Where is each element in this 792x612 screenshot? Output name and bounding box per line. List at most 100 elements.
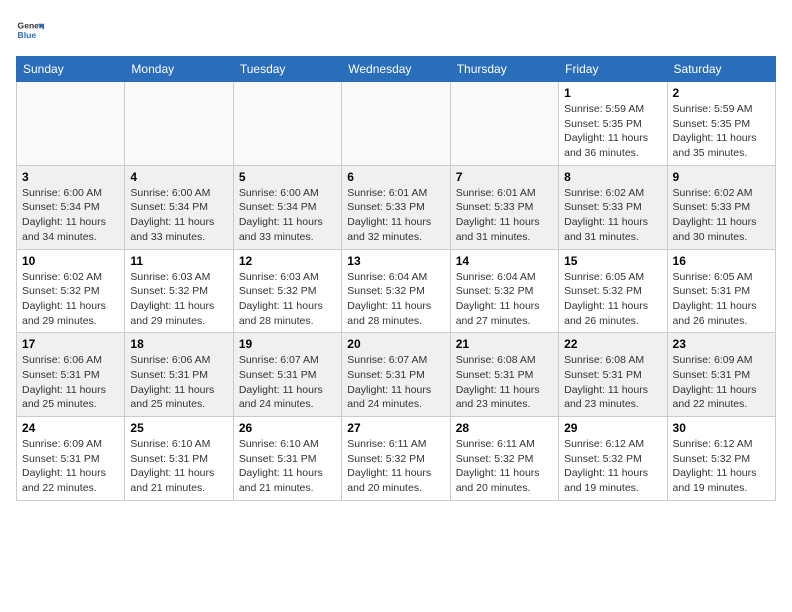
weekday-header-friday: Friday — [559, 57, 667, 82]
day-info: Sunrise: 6:06 AM Sunset: 5:31 PM Dayligh… — [130, 353, 227, 412]
day-number: 18 — [130, 337, 227, 351]
calendar-cell: 15 Sunrise: 6:05 AM Sunset: 5:32 PM Dayli… — [559, 249, 667, 333]
calendar-cell: 16 Sunrise: 6:05 AM Sunset: 5:31 PM Dayli… — [667, 249, 775, 333]
day-number: 1 — [564, 86, 661, 100]
day-info: Sunrise: 6:09 AM Sunset: 5:31 PM Dayligh… — [22, 437, 119, 496]
day-number: 9 — [673, 170, 770, 184]
day-info: Sunrise: 6:08 AM Sunset: 5:31 PM Dayligh… — [564, 353, 661, 412]
calendar-week-5: 24 Sunrise: 6:09 AM Sunset: 5:31 PM Dayli… — [17, 417, 776, 501]
calendar-cell: 7 Sunrise: 6:01 AM Sunset: 5:33 PM Daylig… — [450, 165, 558, 249]
logo: General Blue — [16, 16, 44, 44]
svg-text:Blue: Blue — [18, 30, 37, 40]
day-info: Sunrise: 6:08 AM Sunset: 5:31 PM Dayligh… — [456, 353, 553, 412]
calendar-cell: 29 Sunrise: 6:12 AM Sunset: 5:32 PM Dayli… — [559, 417, 667, 501]
calendar-cell: 18 Sunrise: 6:06 AM Sunset: 5:31 PM Dayli… — [125, 333, 233, 417]
day-number: 5 — [239, 170, 336, 184]
day-info: Sunrise: 6:03 AM Sunset: 5:32 PM Dayligh… — [239, 270, 336, 329]
day-info: Sunrise: 5:59 AM Sunset: 5:35 PM Dayligh… — [564, 102, 661, 161]
day-number: 7 — [456, 170, 553, 184]
weekday-header-tuesday: Tuesday — [233, 57, 341, 82]
logo-icon: General Blue — [16, 16, 44, 44]
day-info: Sunrise: 6:02 AM Sunset: 5:33 PM Dayligh… — [673, 186, 770, 245]
day-number: 2 — [673, 86, 770, 100]
day-number: 20 — [347, 337, 444, 351]
calendar-cell: 11Sunrise: 6:03 AM Sunset: 5:32 PM Dayli… — [125, 249, 233, 333]
calendar-cell: 2 Sunrise: 5:59 AM Sunset: 5:35 PM Daylig… — [667, 82, 775, 166]
calendar-cell: 20 Sunrise: 6:07 AM Sunset: 5:31 PM Dayli… — [342, 333, 450, 417]
day-number: 29 — [564, 421, 661, 435]
calendar-cell: 9 Sunrise: 6:02 AM Sunset: 5:33 PM Daylig… — [667, 165, 775, 249]
day-info: Sunrise: 6:04 AM Sunset: 5:32 PM Dayligh… — [347, 270, 444, 329]
calendar-table: SundayMondayTuesdayWednesdayThursdayFrid… — [16, 56, 776, 501]
calendar-cell — [125, 82, 233, 166]
day-number: 13 — [347, 254, 444, 268]
calendar-cell: 5 Sunrise: 6:00 AM Sunset: 5:34 PM Daylig… — [233, 165, 341, 249]
day-info: Sunrise: 6:05 AM Sunset: 5:32 PM Dayligh… — [564, 270, 661, 329]
calendar-cell: 30 Sunrise: 6:12 AM Sunset: 5:32 PM Dayli… — [667, 417, 775, 501]
day-info: Sunrise: 6:02 AM Sunset: 5:33 PM Dayligh… — [564, 186, 661, 245]
day-info: Sunrise: 6:07 AM Sunset: 5:31 PM Dayligh… — [239, 353, 336, 412]
day-number: 16 — [673, 254, 770, 268]
day-number: 3 — [22, 170, 119, 184]
calendar-week-2: 3 Sunrise: 6:00 AM Sunset: 5:34 PM Daylig… — [17, 165, 776, 249]
calendar-cell: 6Sunrise: 6:01 AM Sunset: 5:33 PM Daylig… — [342, 165, 450, 249]
calendar-cell: 12 Sunrise: 6:03 AM Sunset: 5:32 PM Dayli… — [233, 249, 341, 333]
day-number: 17 — [22, 337, 119, 351]
day-number: 26 — [239, 421, 336, 435]
weekday-header-monday: Monday — [125, 57, 233, 82]
day-number: 23 — [673, 337, 770, 351]
calendar-cell — [342, 82, 450, 166]
day-number: 4 — [130, 170, 227, 184]
day-number: 6 — [347, 170, 444, 184]
calendar-cell: 10 Sunrise: 6:02 AM Sunset: 5:32 PM Dayli… — [17, 249, 125, 333]
day-info: Sunrise: 6:12 AM Sunset: 5:32 PM Dayligh… — [564, 437, 661, 496]
day-info: Sunrise: 6:09 AM Sunset: 5:31 PM Dayligh… — [673, 353, 770, 412]
calendar-cell: 3 Sunrise: 6:00 AM Sunset: 5:34 PM Daylig… — [17, 165, 125, 249]
day-info: Sunrise: 6:01 AM Sunset: 5:33 PM Dayligh… — [456, 186, 553, 245]
calendar-cell: 25 Sunrise: 6:10 AM Sunset: 5:31 PM Dayli… — [125, 417, 233, 501]
day-info: Sunrise: 6:00 AM Sunset: 5:34 PM Dayligh… — [130, 186, 227, 245]
day-info: Sunrise: 6:00 AM Sunset: 5:34 PM Dayligh… — [22, 186, 119, 245]
weekday-header-thursday: Thursday — [450, 57, 558, 82]
calendar-cell: 22 Sunrise: 6:08 AM Sunset: 5:31 PM Dayli… — [559, 333, 667, 417]
calendar-cell: 19 Sunrise: 6:07 AM Sunset: 5:31 PM Dayli… — [233, 333, 341, 417]
calendar-cell: 8 Sunrise: 6:02 AM Sunset: 5:33 PM Daylig… — [559, 165, 667, 249]
weekday-header-saturday: Saturday — [667, 57, 775, 82]
day-number: 19 — [239, 337, 336, 351]
calendar-cell: 4 Sunrise: 6:00 AM Sunset: 5:34 PM Daylig… — [125, 165, 233, 249]
day-info: Sunrise: 6:04 AM Sunset: 5:32 PM Dayligh… — [456, 270, 553, 329]
calendar-cell: 24 Sunrise: 6:09 AM Sunset: 5:31 PM Dayli… — [17, 417, 125, 501]
weekday-header-wednesday: Wednesday — [342, 57, 450, 82]
calendar-cell: 13 Sunrise: 6:04 AM Sunset: 5:32 PM Dayli… — [342, 249, 450, 333]
day-info: Sunrise: 6:00 AM Sunset: 5:34 PM Dayligh… — [239, 186, 336, 245]
calendar-week-3: 10 Sunrise: 6:02 AM Sunset: 5:32 PM Dayli… — [17, 249, 776, 333]
day-number: 27 — [347, 421, 444, 435]
calendar-cell — [17, 82, 125, 166]
calendar-week-1: 1 Sunrise: 5:59 AM Sunset: 5:35 PM Daylig… — [17, 82, 776, 166]
day-info: Sunrise: 5:59 AM Sunset: 5:35 PM Dayligh… — [673, 102, 770, 161]
day-number: 21 — [456, 337, 553, 351]
day-number: 15 — [564, 254, 661, 268]
day-info: Sunrise: 6:06 AM Sunset: 5:31 PM Dayligh… — [22, 353, 119, 412]
day-number: 8 — [564, 170, 661, 184]
day-info: Sunrise: 6:10 AM Sunset: 5:31 PM Dayligh… — [130, 437, 227, 496]
day-number: 22 — [564, 337, 661, 351]
calendar-cell: 23 Sunrise: 6:09 AM Sunset: 5:31 PM Dayli… — [667, 333, 775, 417]
day-number: 25 — [130, 421, 227, 435]
day-info: Sunrise: 6:02 AM Sunset: 5:32 PM Dayligh… — [22, 270, 119, 329]
page-header: General Blue — [16, 16, 776, 44]
day-number: 12 — [239, 254, 336, 268]
day-number: 10 — [22, 254, 119, 268]
day-info: Sunrise: 6:12 AM Sunset: 5:32 PM Dayligh… — [673, 437, 770, 496]
weekday-header-sunday: Sunday — [17, 57, 125, 82]
calendar-header-row: SundayMondayTuesdayWednesdayThursdayFrid… — [17, 57, 776, 82]
day-number: 30 — [673, 421, 770, 435]
calendar-cell — [450, 82, 558, 166]
calendar-cell: 14Sunrise: 6:04 AM Sunset: 5:32 PM Dayli… — [450, 249, 558, 333]
day-info: Sunrise: 6:07 AM Sunset: 5:31 PM Dayligh… — [347, 353, 444, 412]
day-number: 24 — [22, 421, 119, 435]
calendar-cell: 27Sunrise: 6:11 AM Sunset: 5:32 PM Dayli… — [342, 417, 450, 501]
day-info: Sunrise: 6:10 AM Sunset: 5:31 PM Dayligh… — [239, 437, 336, 496]
day-info: Sunrise: 6:11 AM Sunset: 5:32 PM Dayligh… — [456, 437, 553, 496]
day-info: Sunrise: 6:05 AM Sunset: 5:31 PM Dayligh… — [673, 270, 770, 329]
